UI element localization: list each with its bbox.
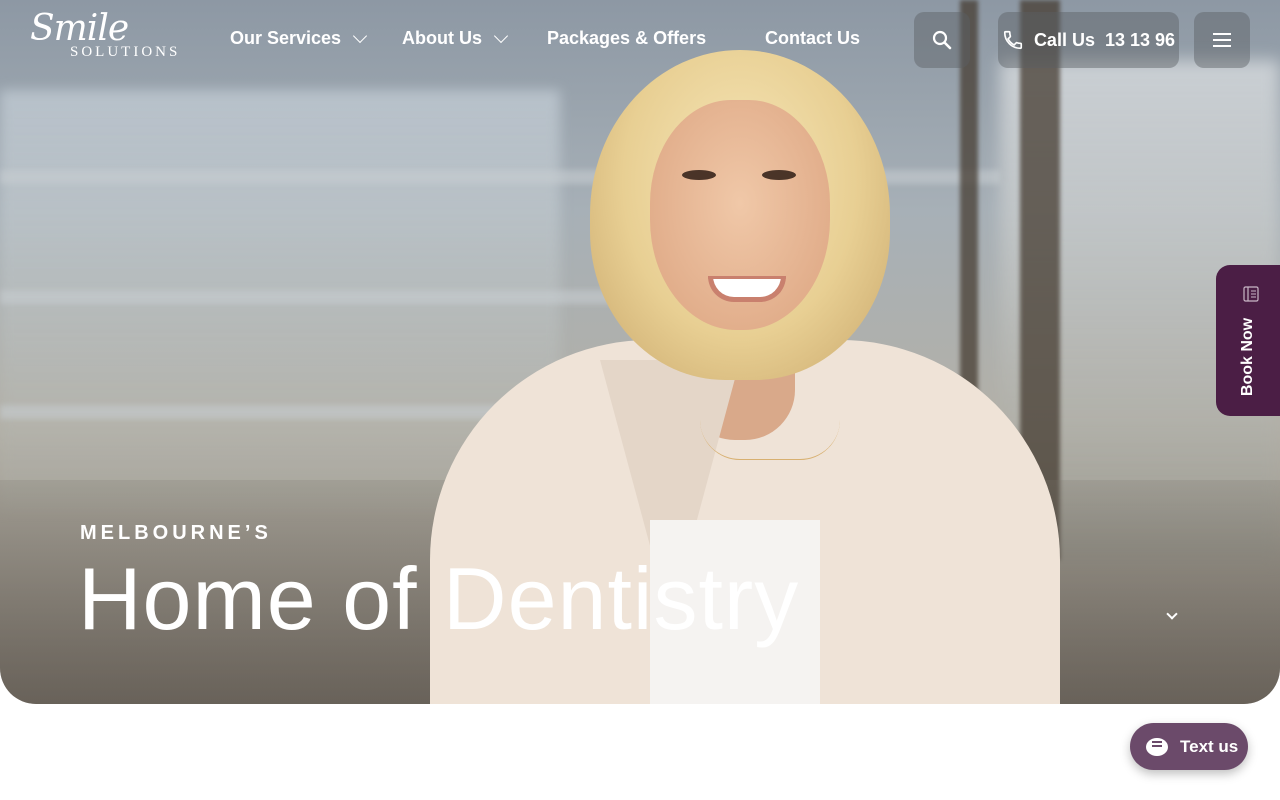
nav-contact-us[interactable]: Contact Us [765,28,860,49]
hamburger-icon [1213,33,1231,35]
scroll-down-button[interactable] [1144,588,1200,644]
nav-item-label: Our Services [230,28,342,48]
phone-icon [1003,30,1023,50]
book-now-tab[interactable]: Book Now [1216,265,1280,416]
nav-packages-offers[interactable]: Packages & Offers [547,28,706,49]
hero-banner: MELBOURNE’S Home of Dentistry [0,0,1280,704]
nav-item-label: Packages & Offers [547,28,707,48]
search-button[interactable] [914,12,970,68]
call-us-label: Call Us [1033,29,1095,50]
logo-subtitle: SOLUTIONS [70,44,181,60]
nav-about-us[interactable]: About Us [402,28,509,49]
text-us-label: Text us [1180,736,1239,756]
menu-button[interactable] [1194,12,1250,68]
chevron-down-icon [1166,608,1178,620]
site-logo[interactable]: Smile SOLUTIONS [30,8,177,72]
text-us-button[interactable]: Text us [1130,723,1248,770]
book-now-label: Book Now [1239,317,1256,397]
call-us-button[interactable]: Call Us 13 13 96 [998,12,1179,68]
nav-our-services[interactable]: Our Services [230,28,368,49]
nav-item-label: Contact Us [765,28,861,48]
chevron-down-icon [353,28,368,43]
hero-eyebrow: MELBOURNE’S [80,522,272,544]
search-icon [932,30,952,50]
chat-icon [1146,737,1168,756]
call-us-number: 13 13 96 [1104,29,1176,50]
calendar-book-icon [1243,286,1259,302]
nav-item-label: About Us [402,28,482,48]
hero-headline: Home of Dentistry [78,549,800,648]
chevron-down-icon [493,28,509,43]
logo-script: Smile [30,8,129,49]
